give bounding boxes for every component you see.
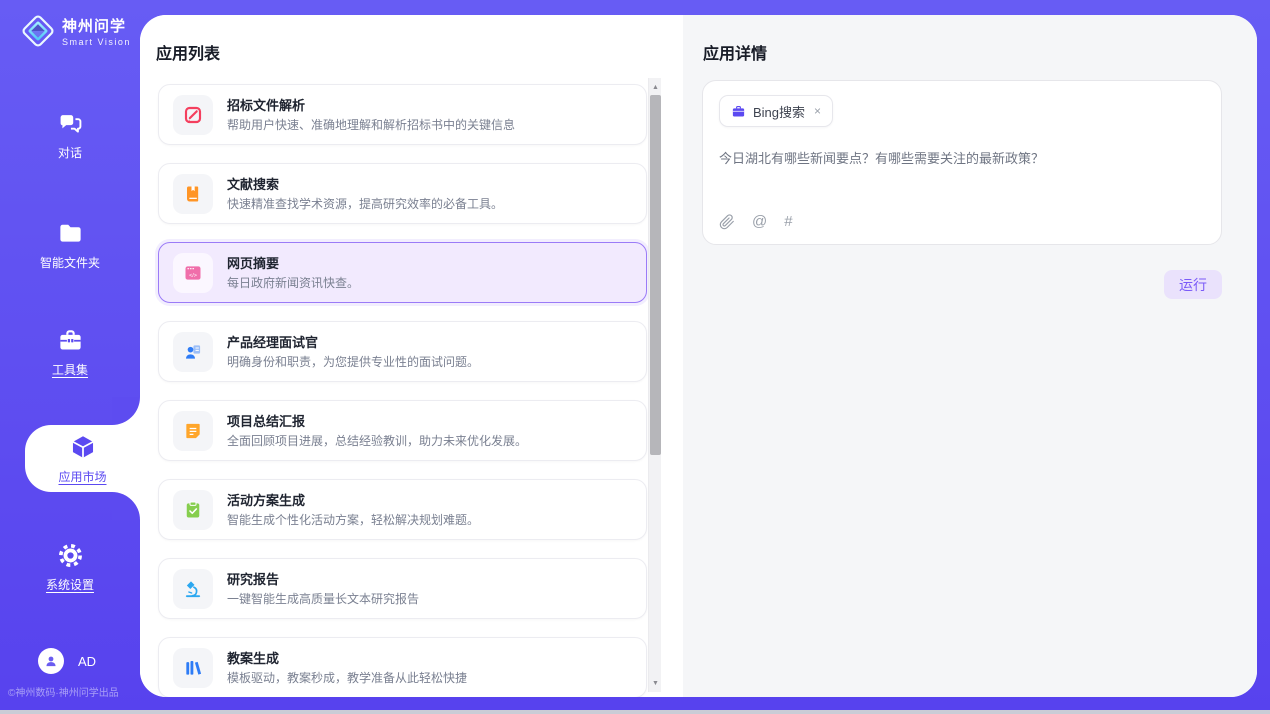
books-icon — [173, 648, 213, 688]
active-tab-curve-bottom — [112, 492, 140, 520]
app-list-title: 应用列表 — [156, 40, 220, 64]
app-card-title: 活动方案生成 — [227, 492, 479, 509]
clipboard-check-icon — [173, 490, 213, 530]
scroll-up-icon[interactable]: ▲ — [649, 80, 662, 94]
query-text[interactable]: 今日湖北有哪些新闻要点？有哪些需要关注的最新政策？ — [719, 149, 1199, 168]
app-card-literature-search[interactable]: 文献搜索 快速精准查找学术资源，提高研究效率的必备工具。 — [158, 163, 647, 224]
interviewer-icon — [173, 332, 213, 372]
app-card-title: 文献搜索 — [227, 176, 503, 193]
query-card: Bing搜索 × 今日湖北有哪些新闻要点？有哪些需要关注的最新政策？ @ # — [702, 80, 1222, 245]
sidebar-item-label: 智能文件夹 — [40, 254, 100, 271]
mention-icon[interactable]: @ — [752, 213, 767, 230]
avatar — [38, 648, 64, 674]
microscope-icon — [173, 569, 213, 609]
app-card-event-plan[interactable]: 活动方案生成 智能生成个性化活动方案，轻松解决规划难题。 — [158, 479, 647, 540]
sidebar-item-label: 应用市场 — [58, 468, 106, 485]
compose-toolbar: @ # — [719, 213, 793, 230]
paperclip-icon[interactable] — [719, 214, 735, 230]
gear-icon — [57, 542, 84, 569]
app-card-project-summary[interactable]: 项目总结汇报 全面回顾项目进展，总结经验教训，助力未来优化发展。 — [158, 400, 647, 461]
memo-icon — [173, 411, 213, 451]
list-scrollbar[interactable]: ▲ ▼ — [648, 78, 661, 692]
hash-icon[interactable]: # — [784, 213, 792, 230]
main-content: 应用列表 招标文件解析 帮助用户快速、准确地理解和解析招标书中的关键信息 — [140, 15, 1257, 697]
app-card-title: 网页摘要 — [227, 255, 359, 272]
copyright-text: ©神州数码·神州问学出品 — [8, 684, 119, 699]
run-button[interactable]: 运行 — [1164, 270, 1222, 299]
app-card-desc: 一键智能生成高质量长文本研究报告 — [227, 591, 419, 607]
sidebar-item-chat[interactable]: 对话 — [0, 110, 140, 161]
app-card-title: 教案生成 — [227, 650, 467, 667]
svg-text:</>: </> — [189, 273, 197, 279]
sidebar-item-label: 对话 — [58, 144, 82, 161]
active-tab-curve-top — [112, 397, 140, 425]
sidebar-item-toolset[interactable]: 工具集 — [0, 327, 140, 378]
app-card-list: 招标文件解析 帮助用户快速、准确地理解和解析招标书中的关键信息 文献搜索 快速精… — [158, 84, 647, 697]
sidebar-item-app-market[interactable]: 应用市场 — [25, 425, 140, 492]
close-icon[interactable]: × — [814, 104, 821, 118]
tool-tag-bing-search[interactable]: Bing搜索 × — [719, 95, 833, 127]
book-icon — [173, 174, 213, 214]
app-card-desc: 快速精准查找学术资源，提高研究效率的必备工具。 — [227, 196, 503, 212]
app-card-title: 研究报告 — [227, 571, 419, 588]
chat-icon — [57, 110, 84, 137]
sidebar-item-smart-folder[interactable]: 智能文件夹 — [0, 220, 140, 271]
briefcase-icon — [731, 104, 746, 119]
sidebar: 神州问学 Smart Vision 对话 智能文件夹 工具集 — [0, 0, 140, 714]
window-bottom-edge — [0, 710, 1270, 714]
sidebar-item-label: 系统设置 — [46, 576, 94, 593]
tool-tag-label: Bing搜索 — [753, 102, 805, 121]
cube-icon — [69, 433, 97, 461]
browser-code-icon: </> — [173, 253, 213, 293]
app-card-lesson-plan[interactable]: 教案生成 模板驱动，教案秒成，教学准备从此轻松快捷 — [158, 637, 647, 697]
scroll-down-icon[interactable]: ▼ — [649, 676, 662, 690]
brand-name: 神州问学 — [62, 15, 131, 36]
app-card-pm-interviewer[interactable]: 产品经理面试官 明确身份和职责，为您提供专业性的面试问题。 — [158, 321, 647, 382]
toolbox-icon — [57, 327, 84, 354]
sidebar-item-label: 工具集 — [52, 361, 88, 378]
app-detail-panel: 应用详情 Bing搜索 × 今日湖北有哪些新闻要点？有哪些需要关注的最新政策？ … — [683, 15, 1257, 697]
app-card-title: 招标文件解析 — [227, 97, 515, 114]
user-initials: AD — [78, 654, 96, 669]
brand: 神州问学 Smart Vision — [20, 13, 131, 49]
app-detail-title: 应用详情 — [703, 40, 767, 64]
app-card-title: 产品经理面试官 — [227, 334, 479, 351]
brand-logo-icon — [20, 13, 56, 49]
brand-subtitle: Smart Vision — [62, 37, 131, 47]
app-window: 应用列表 招标文件解析 帮助用户快速、准确地理解和解析招标书中的关键信息 — [0, 0, 1270, 714]
app-card-bid-parse[interactable]: 招标文件解析 帮助用户快速、准确地理解和解析招标书中的关键信息 — [158, 84, 647, 145]
app-card-web-summary[interactable]: </> 网页摘要 每日政府新闻资讯快查。 — [158, 242, 647, 303]
scrollbar-thumb[interactable] — [650, 95, 661, 455]
app-card-desc: 明确身份和职责，为您提供专业性的面试问题。 — [227, 354, 479, 370]
app-card-research-report[interactable]: 研究报告 一键智能生成高质量长文本研究报告 — [158, 558, 647, 619]
folder-icon — [57, 220, 84, 247]
app-card-desc: 帮助用户快速、准确地理解和解析招标书中的关键信息 — [227, 117, 515, 133]
app-card-desc: 智能生成个性化活动方案，轻松解决规划难题。 — [227, 512, 479, 528]
app-card-title: 项目总结汇报 — [227, 413, 527, 430]
app-card-desc: 全面回顾项目进展，总结经验教训，助力未来优化发展。 — [227, 433, 527, 449]
app-card-desc: 每日政府新闻资讯快查。 — [227, 275, 359, 291]
app-card-desc: 模板驱动，教案秒成，教学准备从此轻松快捷 — [227, 670, 467, 686]
user-chip[interactable]: AD — [38, 648, 96, 674]
sidebar-item-settings[interactable]: 系统设置 — [0, 542, 140, 593]
app-list-panel: 应用列表 招标文件解析 帮助用户快速、准确地理解和解析招标书中的关键信息 — [140, 15, 683, 697]
edit-square-icon — [173, 95, 213, 135]
